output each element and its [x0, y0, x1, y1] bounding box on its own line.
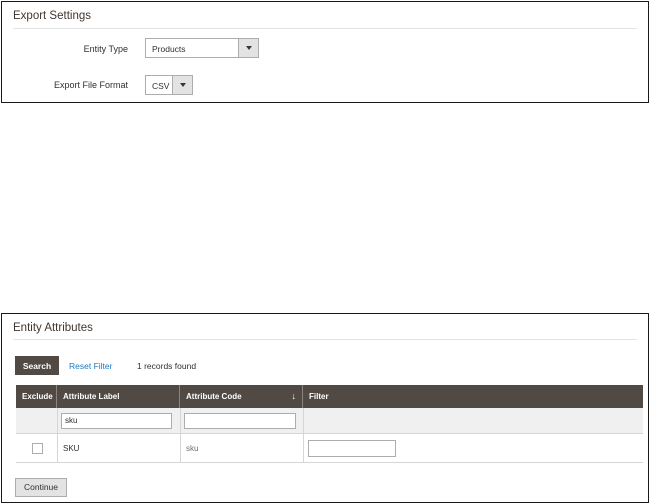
- row-filter-input[interactable]: [308, 440, 396, 457]
- attribute-code-cell: sku: [186, 444, 199, 453]
- chevron-down-icon: [180, 83, 186, 87]
- title-divider: [13, 339, 637, 340]
- file-format-select[interactable]: CSV: [145, 75, 193, 95]
- continue-button[interactable]: Continue: [15, 478, 67, 497]
- entity-type-dropdown-button[interactable]: [238, 39, 258, 57]
- attribute-label-filter-input[interactable]: sku: [61, 413, 172, 429]
- entity-type-select[interactable]: Products: [145, 38, 259, 58]
- file-format-value: CSV: [152, 81, 170, 91]
- column-exclude[interactable]: Exclude: [16, 385, 57, 408]
- grid-filter-row: sku: [16, 408, 643, 434]
- export-settings-title: Export Settings: [13, 10, 91, 22]
- column-attribute-label[interactable]: Attribute Label: [57, 385, 180, 408]
- export-settings-panel: Export Settings Entity Type Products Exp…: [1, 1, 649, 103]
- exclude-checkbox[interactable]: [32, 443, 43, 454]
- table-row: SKU sku: [16, 434, 643, 463]
- column-divider: [180, 408, 181, 463]
- column-attribute-code[interactable]: Attribute Code ↓: [180, 385, 303, 408]
- search-button[interactable]: Search: [15, 356, 59, 375]
- file-format-label: Export File Format: [53, 80, 128, 90]
- column-divider: [303, 408, 304, 463]
- column-filter[interactable]: Filter: [303, 385, 643, 408]
- entity-attributes-title: Entity Attributes: [13, 322, 93, 334]
- entity-type-label: Entity Type: [83, 44, 128, 54]
- file-format-dropdown-button[interactable]: [172, 76, 192, 94]
- reset-filter-link[interactable]: Reset Filter: [69, 361, 112, 371]
- title-divider: [13, 28, 637, 29]
- records-found-count: 1 records found: [137, 361, 197, 371]
- sort-arrow-icon: ↓: [291, 391, 297, 401]
- column-attribute-code-label: Attribute Code: [186, 392, 242, 401]
- attribute-code-filter-input[interactable]: [184, 413, 296, 429]
- entity-attributes-panel: Entity Attributes Search Reset Filter 1 …: [1, 313, 649, 503]
- attribute-label-cell: SKU: [63, 444, 80, 453]
- column-divider: [57, 408, 58, 463]
- entity-type-value: Products: [152, 44, 186, 54]
- chevron-down-icon: [246, 46, 252, 50]
- grid-header: Exclude Attribute Label Attribute Code ↓…: [16, 385, 643, 408]
